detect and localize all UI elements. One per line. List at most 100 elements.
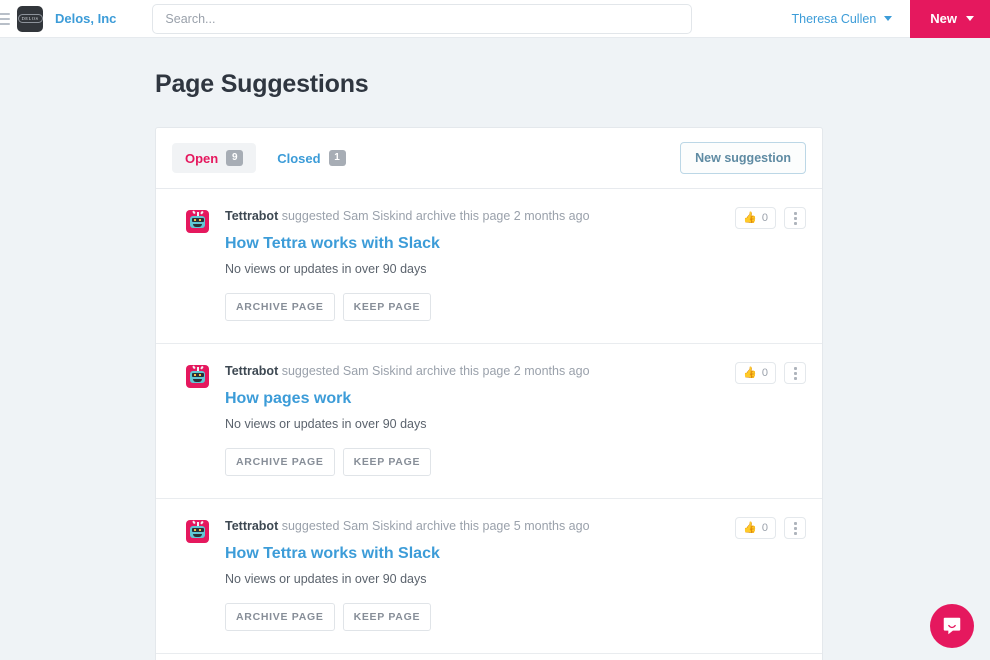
tettrabot-avatar-icon: [186, 520, 209, 543]
logo-wordmark: DELOS: [18, 14, 43, 23]
kebab-dot: [794, 367, 797, 370]
suggestion-actions: Archive page Keep page: [225, 448, 806, 476]
tab-list: Open 9 Closed 1: [172, 143, 359, 173]
suggestions-card: Open 9 Closed 1 New suggestion: [155, 127, 823, 660]
suggestion-meta: Tettrabot suggested Sam Siskind archive …: [225, 209, 806, 224]
kebab-dot: [794, 222, 797, 225]
tab-open-label: Open: [185, 151, 218, 166]
suggestion-tools: 👍 0: [735, 207, 806, 229]
chevron-down-icon: [966, 16, 974, 21]
top-navigation-bar: DELOS Delos, Inc Theresa Cullen New: [0, 0, 990, 38]
keep-page-button[interactable]: Keep page: [343, 448, 432, 476]
kebab-dot: [794, 217, 797, 220]
chat-bubble-icon: [941, 615, 963, 637]
suggestion-description: No views or updates in over 90 days: [225, 417, 806, 431]
suggestion-meta-text: suggested Sam Siskind archive this page …: [278, 519, 589, 533]
tab-closed-label: Closed: [277, 151, 320, 166]
suggestion-actions: Archive page Keep page: [225, 293, 806, 321]
suggestion-meta-text: suggested Sam Siskind archive this page …: [278, 209, 589, 223]
thumbs-up-reaction-button[interactable]: 👍 0: [735, 207, 776, 229]
card-header: Open 9 Closed 1 New suggestion: [156, 128, 822, 189]
robot-eye: [194, 529, 196, 531]
suggestion-body: Tettrabot suggested Sam Siskind archive …: [225, 364, 806, 476]
robot-eye: [194, 219, 196, 221]
tab-closed-count: 1: [329, 150, 346, 166]
suggestion-row-partial: [156, 654, 822, 660]
robot-eye: [199, 374, 201, 376]
hamburger-menu-icon[interactable]: [0, 13, 10, 25]
more-options-icon[interactable]: [784, 207, 806, 229]
tab-closed[interactable]: Closed 1: [264, 143, 358, 173]
kebab-dot: [794, 527, 797, 530]
suggestion-description: No views or updates in over 90 days: [225, 262, 806, 276]
suggestion-actor: Tettrabot: [225, 364, 278, 378]
thumbs-up-reaction-button[interactable]: 👍 0: [735, 362, 776, 384]
more-options-icon[interactable]: [784, 517, 806, 539]
suggestion-page-link[interactable]: How pages work: [225, 390, 806, 408]
topbar-right-group: Theresa Cullen New: [792, 0, 990, 37]
archive-page-button[interactable]: Archive page: [225, 603, 335, 631]
antenna-spark: [200, 366, 203, 369]
keep-page-button[interactable]: Keep page: [343, 293, 432, 321]
user-menu[interactable]: Theresa Cullen: [792, 12, 893, 26]
chevron-down-icon: [884, 16, 892, 21]
thumbs-up-icon: 👍: [743, 213, 757, 224]
archive-page-button[interactable]: Archive page: [225, 293, 335, 321]
robot-eye: [199, 529, 201, 531]
suggestion-tools: 👍 0: [735, 362, 806, 384]
reaction-count: 0: [762, 522, 768, 534]
suggestion-page-link[interactable]: How Tettra works with Slack: [225, 235, 806, 253]
kebab-dot: [794, 522, 797, 525]
page-content: Page Suggestions Open 9 Closed 1 New sug…: [0, 38, 990, 660]
antenna-spark: [192, 211, 195, 214]
workspace-logo[interactable]: DELOS: [17, 6, 43, 32]
thumbs-up-icon: 👍: [743, 523, 757, 534]
tab-open-count: 9: [226, 150, 243, 166]
reaction-count: 0: [762, 367, 768, 379]
search-container: [152, 4, 692, 34]
tettrabot-avatar-icon: [186, 365, 209, 388]
suggestion-page-link[interactable]: How Tettra works with Slack: [225, 545, 806, 563]
kebab-dot: [794, 372, 797, 375]
suggestion-meta: Tettrabot suggested Sam Siskind archive …: [225, 519, 806, 534]
intercom-chat-launcher[interactable]: [930, 604, 974, 648]
reaction-count: 0: [762, 212, 768, 224]
suggestion-row: Tettrabot suggested Sam Siskind archive …: [156, 344, 822, 499]
suggestion-row: Tettrabot suggested Sam Siskind archive …: [156, 189, 822, 344]
suggestion-tools: 👍 0: [735, 517, 806, 539]
keep-page-button[interactable]: Keep page: [343, 603, 432, 631]
hamburger-line: [0, 23, 10, 25]
suggestion-body: Tettrabot suggested Sam Siskind archive …: [225, 209, 806, 321]
antenna-spark: [200, 521, 203, 524]
suggestion-row: Tettrabot suggested Sam Siskind archive …: [156, 499, 822, 654]
kebab-dot: [794, 532, 797, 535]
antenna-spark: [200, 211, 203, 214]
antenna-spark: [192, 366, 195, 369]
robot-eye: [194, 374, 196, 376]
new-suggestion-button[interactable]: New suggestion: [680, 142, 806, 174]
suggestion-actor: Tettrabot: [225, 209, 278, 223]
search-input[interactable]: [152, 4, 692, 34]
thumbs-up-reaction-button[interactable]: 👍 0: [735, 517, 776, 539]
page-title: Page Suggestions: [155, 70, 990, 99]
robot-eye: [199, 219, 201, 221]
workspace-name[interactable]: Delos, Inc: [55, 11, 116, 26]
suggestion-body: Tettrabot suggested Sam Siskind archive …: [225, 519, 806, 631]
thumbs-up-icon: 👍: [743, 368, 757, 379]
user-name-label: Theresa Cullen: [792, 12, 877, 26]
new-button-label: New: [930, 11, 957, 26]
tettrabot-avatar-icon: [186, 210, 209, 233]
antenna-spark: [192, 521, 195, 524]
suggestion-description: No views or updates in over 90 days: [225, 572, 806, 586]
kebab-dot: [794, 212, 797, 215]
tab-open[interactable]: Open 9: [172, 143, 256, 173]
kebab-dot: [794, 377, 797, 380]
suggestion-actions: Archive page Keep page: [225, 603, 806, 631]
hamburger-line: [0, 13, 10, 15]
suggestion-actor: Tettrabot: [225, 519, 278, 533]
suggestion-meta-text: suggested Sam Siskind archive this page …: [278, 364, 589, 378]
archive-page-button[interactable]: Archive page: [225, 448, 335, 476]
new-button[interactable]: New: [910, 0, 990, 38]
more-options-icon[interactable]: [784, 362, 806, 384]
hamburger-line: [0, 18, 10, 20]
